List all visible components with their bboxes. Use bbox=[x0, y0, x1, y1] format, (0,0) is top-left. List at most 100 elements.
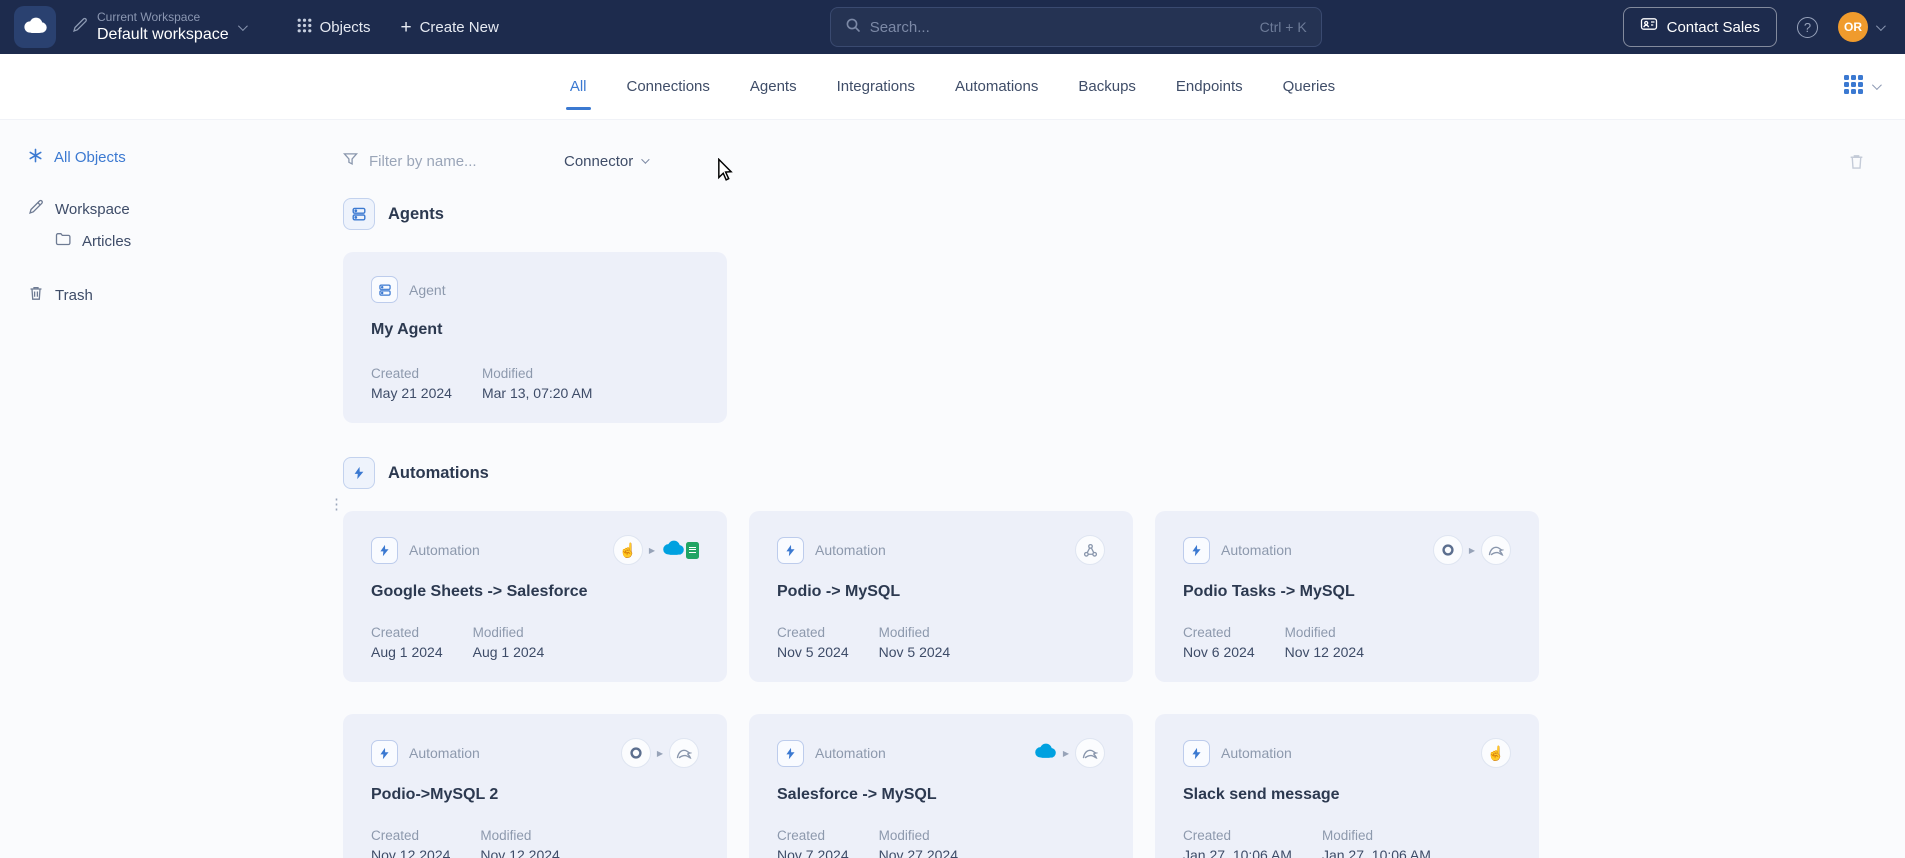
created-value: Aug 1 2024 bbox=[371, 644, 443, 660]
create-new-button[interactable]: + Create New bbox=[400, 18, 498, 37]
automation-card[interactable]: Automation ☝ ▶ Google Sheets -> Salesfor… bbox=[343, 511, 727, 682]
created-label: Created bbox=[1183, 625, 1255, 640]
tab-automations[interactable]: Automations bbox=[955, 54, 1038, 119]
card-type-label: Automation bbox=[815, 745, 886, 761]
view-mode-switcher[interactable] bbox=[1844, 75, 1879, 99]
contact-sales-label: Contact Sales bbox=[1667, 19, 1760, 36]
search-icon bbox=[845, 17, 861, 38]
salesforce-icon bbox=[661, 539, 685, 561]
workspace-eyebrow: Current Workspace bbox=[97, 10, 229, 25]
tab-queries[interactable]: Queries bbox=[1283, 54, 1336, 119]
account-menu[interactable]: OR bbox=[1838, 12, 1883, 42]
automations-section: ⋮ Automations Automation ☝ bbox=[343, 457, 1865, 858]
sidebar-item-articles[interactable]: Articles bbox=[28, 230, 330, 252]
drag-handle-icon[interactable]: ⋮ bbox=[329, 497, 344, 512]
automations-section-header: Automations bbox=[343, 457, 1865, 489]
automation-card[interactable]: Automation ▶ Podio Tasks -> MySQL bbox=[1155, 511, 1539, 682]
sidebar-label: Workspace bbox=[55, 201, 130, 218]
podio-icon bbox=[621, 738, 651, 768]
agent-icon bbox=[371, 276, 398, 303]
automation-icon bbox=[371, 537, 398, 564]
automation-icon bbox=[371, 740, 398, 767]
agents-section: Agents Agent My Agent Created May 21 20 bbox=[343, 198, 1865, 423]
modified-label: Modified bbox=[480, 828, 559, 843]
agents-section-header: Agents bbox=[343, 198, 1865, 230]
card-type-label: Automation bbox=[1221, 542, 1292, 558]
automation-icon bbox=[1183, 537, 1210, 564]
agent-card[interactable]: Agent My Agent Created May 21 2024 Modif… bbox=[343, 252, 727, 423]
created-label: Created bbox=[1183, 828, 1292, 843]
contact-sales-button[interactable]: Contact Sales bbox=[1623, 7, 1777, 47]
arrow-icon: ▶ bbox=[649, 546, 655, 555]
automation-section-icon bbox=[343, 457, 375, 489]
mysql-icon bbox=[1075, 738, 1105, 768]
section-title: Agents bbox=[388, 205, 444, 224]
card-type-label: Automation bbox=[1221, 745, 1292, 761]
modified-label: Modified bbox=[482, 366, 593, 381]
sidebar-item-workspace[interactable]: Workspace bbox=[28, 198, 330, 220]
grid-dots-icon bbox=[297, 18, 312, 37]
workspace-switcher[interactable]: Current Workspace Default workspace bbox=[72, 10, 245, 45]
modified-value: Jan 27, 10:06 AM bbox=[1322, 847, 1431, 858]
chevron-down-icon bbox=[1876, 21, 1886, 31]
automation-icon bbox=[1183, 740, 1210, 767]
search-input[interactable] bbox=[870, 19, 1251, 36]
tab-all[interactable]: All bbox=[570, 54, 587, 119]
card-type-label: Agent bbox=[409, 282, 446, 298]
section-title: Automations bbox=[388, 464, 489, 483]
filter-funnel-icon bbox=[343, 152, 358, 171]
podio-icon bbox=[1433, 535, 1463, 565]
connector-filter-label: Connector bbox=[564, 153, 633, 170]
create-new-label: Create New bbox=[420, 19, 499, 36]
created-label: Created bbox=[777, 828, 849, 843]
modified-label: Modified bbox=[473, 625, 545, 640]
sidebar-label: Trash bbox=[55, 287, 93, 304]
webhook-icon bbox=[1075, 535, 1105, 565]
sidebar-item-all-objects[interactable]: All Objects bbox=[28, 146, 330, 168]
topbar: Current Workspace Default workspace Obje… bbox=[0, 0, 1905, 54]
card-title: Google Sheets -> Salesforce bbox=[371, 583, 699, 601]
tab-agents[interactable]: Agents bbox=[750, 54, 797, 119]
automation-card[interactable]: Automation Podio -> MySQL Created Nov 5 … bbox=[749, 511, 1133, 682]
tab-endpoints[interactable]: Endpoints bbox=[1176, 54, 1243, 119]
created-label: Created bbox=[371, 625, 443, 640]
modified-value: Nov 5 2024 bbox=[879, 644, 951, 660]
modified-label: Modified bbox=[1322, 828, 1431, 843]
card-type-label: Automation bbox=[409, 745, 480, 761]
created-label: Created bbox=[777, 625, 849, 640]
mysql-icon bbox=[669, 738, 699, 768]
main-content: Connector Agents bbox=[330, 120, 1905, 858]
folder-icon bbox=[55, 232, 71, 250]
objects-label: Objects bbox=[320, 19, 371, 36]
automation-card[interactable]: Automation ▶ Podio->MySQL 2 bbox=[343, 714, 727, 858]
sidebar: All Objects Workspace Articles Trash bbox=[0, 120, 330, 858]
google-sheets-icon bbox=[686, 542, 699, 559]
workspace-pen-icon bbox=[72, 17, 88, 38]
arrow-icon: ▶ bbox=[1063, 749, 1069, 758]
plus-icon: + bbox=[400, 18, 411, 37]
created-label: Created bbox=[371, 828, 450, 843]
tab-integrations[interactable]: Integrations bbox=[837, 54, 915, 119]
objects-button[interactable]: Objects bbox=[297, 18, 371, 37]
avatar: OR bbox=[1838, 12, 1868, 42]
tab-backups[interactable]: Backups bbox=[1078, 54, 1136, 119]
chevron-down-icon bbox=[641, 155, 649, 163]
created-value: Nov 7 2024 bbox=[777, 847, 849, 858]
app-logo[interactable] bbox=[14, 6, 56, 48]
tab-connections[interactable]: Connections bbox=[627, 54, 710, 119]
object-type-tabs: All Connections Agents Integrations Auto… bbox=[0, 54, 1905, 120]
filter-by-name-input[interactable] bbox=[369, 153, 529, 170]
workspace-icon bbox=[28, 199, 44, 219]
automation-card[interactable]: Automation ☝ Slack send message Created … bbox=[1155, 714, 1539, 858]
created-value: Nov 6 2024 bbox=[1183, 644, 1255, 660]
help-icon[interactable]: ? bbox=[1797, 17, 1818, 38]
connector-filter-dropdown[interactable]: Connector bbox=[564, 153, 647, 170]
chevron-down-icon bbox=[238, 21, 248, 31]
automation-card[interactable]: Automation ▶ Salesforce -> MySQL bbox=[749, 714, 1133, 858]
sidebar-item-trash[interactable]: Trash bbox=[28, 284, 330, 306]
salesforce-icon bbox=[1033, 742, 1057, 764]
agent-section-icon bbox=[343, 198, 375, 230]
delete-filtered-icon[interactable] bbox=[1848, 153, 1865, 170]
global-search[interactable]: Ctrl + K bbox=[830, 7, 1322, 47]
modified-value: Mar 13, 07:20 AM bbox=[482, 385, 593, 401]
